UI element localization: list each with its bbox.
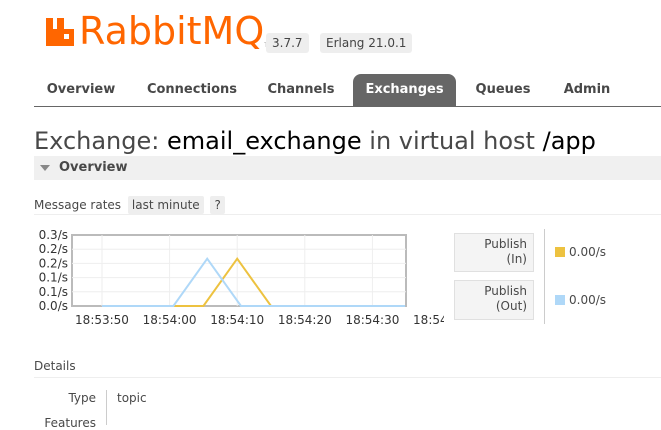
y-tick-label: 0.1/s [39, 271, 68, 285]
tab-channels[interactable]: Channels [258, 74, 344, 106]
rate-value: 0.00/s [569, 293, 607, 307]
triangle-down-icon [40, 165, 50, 171]
tab-queues[interactable]: Queues [466, 74, 540, 106]
legend-label-line2: (In) [506, 252, 527, 266]
tab-connections[interactable]: Connections [138, 74, 246, 106]
y-tick-label: 0.1/s [39, 285, 68, 299]
legend-item-publish-in: Publish (In) [454, 233, 534, 272]
vhost-name: /app [542, 127, 596, 155]
title-prefix: Exchange: [34, 127, 160, 155]
message-rates-label: Message rates [34, 198, 122, 212]
details-section-label: Details [34, 359, 76, 373]
detail-key-type: Type [68, 391, 96, 405]
legend-item-publish-out: Publish (Out) [454, 280, 534, 320]
tab-exchanges[interactable]: Exchanges [353, 74, 456, 106]
x-tick-label: 18:53:50 [75, 313, 129, 327]
rabbitmq-logo-icon [46, 18, 74, 46]
x-tick-label: 18:54:30 [345, 313, 399, 327]
page-title: Exchange: email_exchange in virtual host… [34, 126, 596, 156]
main-nav-tabs: Overview Connections Channels Exchanges … [34, 74, 661, 107]
tab-admin[interactable]: Admin [552, 74, 622, 106]
legend-value-publish-out: 0.00/s [555, 293, 606, 307]
legend-swatch [555, 295, 565, 305]
help-button[interactable]: ? [210, 196, 225, 214]
version-badge: 3.7.7 [266, 33, 309, 53]
x-tick-label: 18:54:10 [210, 313, 264, 327]
legend-label-line1: Publish [484, 284, 527, 298]
y-tick-label: 0.3/s [39, 229, 68, 242]
overview-section-label: Overview [59, 160, 128, 175]
plot-frame [71, 234, 407, 307]
details-divider [106, 390, 107, 425]
x-tick-label: 18:54:00 [143, 313, 197, 327]
legend-label-line1: Publish [484, 237, 527, 251]
tab-overview[interactable]: Overview [34, 74, 128, 106]
y-tick-label: 0.0/s [39, 299, 68, 313]
legend-value-publish-in: 0.00/s [555, 245, 606, 259]
legend-divider [544, 229, 545, 324]
x-tick-label: 18:54:40 [413, 313, 444, 327]
legend-label-line2: (Out) [495, 299, 527, 313]
brand-name: RabbitMQ [79, 9, 265, 53]
y-tick-label: 0.2/s [39, 242, 68, 256]
detail-key-features: Features [44, 416, 96, 430]
erlang-version-badge: Erlang 21.0.1 [320, 33, 413, 53]
divider [34, 214, 661, 215]
title-middle: in virtual host [369, 127, 535, 155]
x-tick-label: 18:54:20 [278, 313, 332, 327]
rate-value: 0.00/s [569, 245, 607, 259]
message-rates-chart: 0.3/s0.2/s0.2/s0.1/s0.1/s0.0/s18:53:50 18… [39, 229, 444, 327]
y-tick-label: 0.2/s [39, 256, 68, 270]
overview-section-toggle[interactable]: Overview [34, 156, 661, 180]
rabbitmq-logo: RabbitMQ TM [44, 9, 273, 54]
divider [34, 377, 661, 378]
exchange-name: email_exchange [167, 127, 362, 155]
message-rates-row: Message rates last minute ? [34, 196, 225, 214]
legend-swatch [555, 247, 565, 257]
detail-value-type: topic [117, 391, 147, 405]
range-selector[interactable]: last minute [127, 196, 204, 214]
